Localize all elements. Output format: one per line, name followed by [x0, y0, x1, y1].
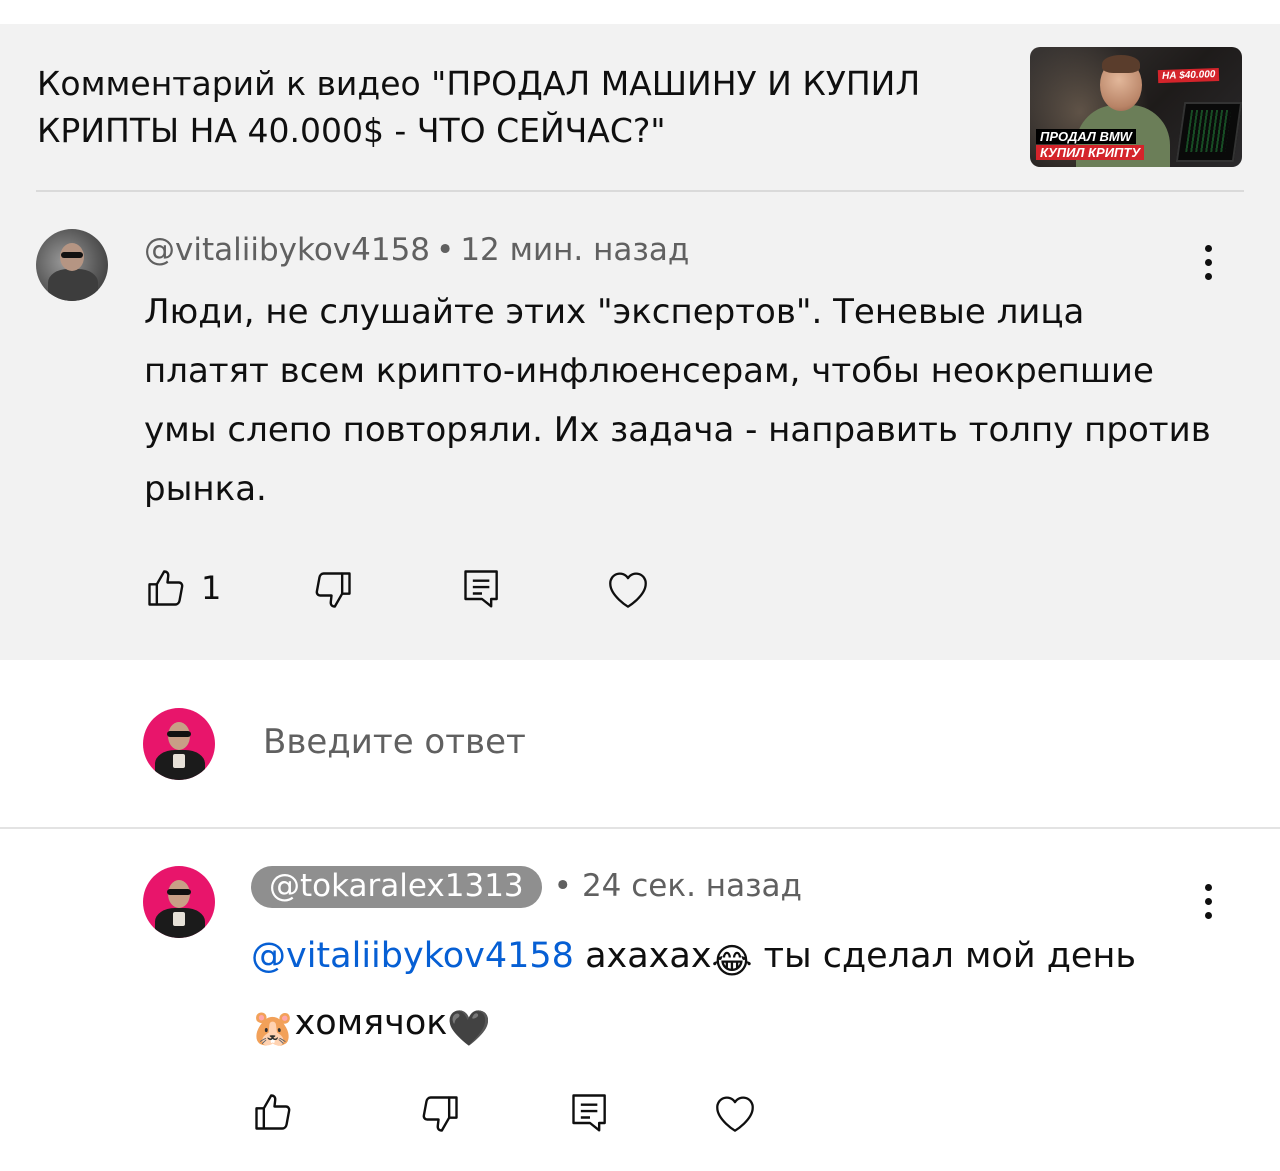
video-title[interactable]: Комментарий к видео "ПРОДАЛ МАШИНУ И КУП… [37, 60, 997, 154]
avatar-sunglasses [167, 731, 191, 737]
avatar-torso [48, 269, 98, 301]
thumbnail-laptop [1175, 102, 1242, 162]
comment-timestamp: 12 мин. назад [460, 232, 690, 268]
dot [1205, 273, 1212, 280]
thumbnail-person-hair [1102, 55, 1140, 73]
my-avatar[interactable] [143, 708, 215, 780]
avatar-cup [173, 754, 185, 768]
avatar-sunglasses [167, 889, 191, 895]
header-divider [36, 190, 1244, 192]
meta-separator: • [436, 232, 455, 268]
top-strip [0, 0, 1280, 24]
reply-divider [0, 827, 1280, 829]
reply-mention-link[interactable]: @vitaliibykov4158 [251, 936, 574, 976]
laughing-emoji-icon: 😂 [711, 942, 753, 982]
meta-separator: • [553, 868, 572, 904]
heart-icon[interactable] [710, 1088, 760, 1138]
reply-menu-icon[interactable] [1202, 884, 1214, 924]
video-thumbnail[interactable]: НА $40.000 ПРОДАЛ BMW КУПИЛ КРИПТУ [1030, 47, 1242, 167]
hamster-emoji-icon: 🐹 [251, 1009, 295, 1049]
comment-author-avatar[interactable] [36, 229, 108, 301]
dot [1205, 245, 1212, 252]
reply-author-name[interactable]: @tokaralex1313 [251, 866, 542, 908]
thumbnail-caption-line2: КУПИЛ КРИПТУ [1036, 145, 1145, 160]
comment-text: Люди, не слушайте этих "экспертов". Тене… [144, 292, 1211, 509]
thumbnail-price-tag: НА $40.000 [1157, 67, 1220, 84]
like-count: 1 [201, 569, 222, 607]
reply-text-part3: хомячок [294, 1003, 448, 1043]
thumb-up-icon[interactable] [144, 566, 188, 610]
dot [1205, 259, 1212, 266]
reply-timestamp: 24 сек. назад [581, 868, 802, 904]
reply-text-part2: ты сделал мой день [752, 936, 1136, 976]
comment-author-name[interactable]: @vitaliibykov4158 [144, 232, 430, 268]
dot [1205, 898, 1212, 905]
thumbnail-caption-line1: ПРОДАЛ BMW [1036, 129, 1136, 144]
avatar-sunglasses [61, 252, 83, 258]
dot [1205, 912, 1212, 919]
reply-text-part1: ахахах [573, 936, 712, 976]
thumb-down-icon[interactable] [418, 1092, 462, 1136]
comment-meta: @vitaliibykov4158 • 12 мин. назад [144, 232, 689, 268]
heart-icon[interactable] [603, 564, 653, 614]
reply-author-avatar[interactable] [143, 866, 215, 938]
dot [1205, 884, 1212, 891]
thumb-down-icon[interactable] [311, 568, 355, 612]
thumb-up-icon[interactable] [251, 1090, 295, 1134]
reply-input[interactable]: Введите ответ [263, 722, 526, 762]
black-heart-emoji-icon: 🖤 [447, 1009, 492, 1049]
comment-icon[interactable] [460, 566, 504, 610]
reply-text: @vitaliibykov4158 ахахах😂 ты сделал мой … [251, 926, 1151, 1060]
avatar-cup [173, 912, 185, 926]
comment-menu-icon[interactable] [1202, 245, 1214, 285]
comment-icon[interactable] [568, 1090, 612, 1134]
reply-meta: @tokaralex1313 • 24 сек. назад [251, 866, 802, 908]
